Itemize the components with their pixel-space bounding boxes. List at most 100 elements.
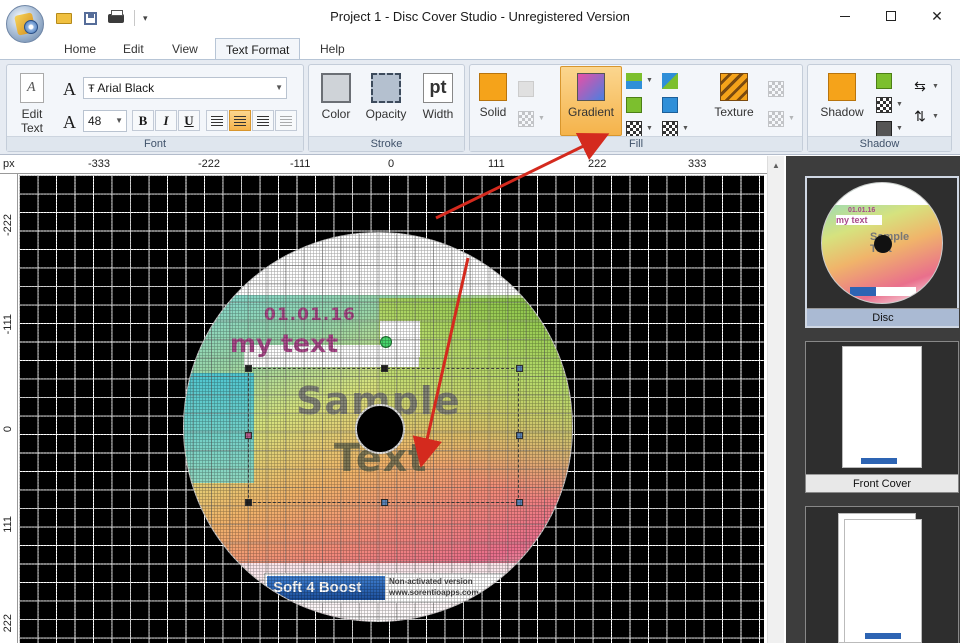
chevron-down-icon: ▼ [646,125,653,132]
tab-view[interactable]: View [162,38,208,60]
fill-gradient-label: Gradient [561,105,621,119]
gradient-style-icon[interactable] [626,73,642,89]
chevron-down-icon: ▼ [896,101,903,108]
layout-preview: 01.01.16 my text SampleText [807,178,959,310]
tab-edit[interactable]: Edit [113,38,154,60]
stroke-color-label: Color [315,107,357,121]
texture-opacity-icon[interactable] [768,111,784,127]
ruler-tick: 222 [588,158,606,170]
shadow-blur-icon[interactable] [876,121,892,137]
underline-button[interactable]: U [178,110,200,131]
resize-handle-bottom-right[interactable] [516,499,523,506]
width-icon-text: pt [430,77,447,97]
edit-text-glyph: A [27,80,36,96]
close-button[interactable]: ✕ [914,0,960,32]
ruler-tick: 333 [688,158,706,170]
stroke-width-button[interactable]: pt Width [415,70,461,121]
resize-handle-top[interactable] [381,365,388,372]
preview-watermark [850,287,916,296]
stroke-color-icon [321,73,351,103]
gradient-end-opacity-icon[interactable] [662,121,678,137]
align-left-button[interactable] [206,110,228,131]
title-text-object[interactable]: my text [230,329,338,358]
application-menu-button[interactable] [6,5,44,43]
font-size-select[interactable]: 48 ▼ [83,110,127,132]
canvas-vertical-scrollbar[interactable]: ▲ [767,156,784,643]
resize-handle-right[interactable] [516,432,523,439]
font-name-select[interactable]: Ŧ Arial Black ▼ [83,77,287,99]
rotate-handle[interactable] [380,336,392,348]
fill-gradient-button[interactable]: Gradient [560,66,622,136]
fill-group: Solid ▼ Gradient ▼ ▼ ▼ Texture ▼ Fill [469,64,803,152]
preview-watermark-logo [850,287,876,296]
gradient-start-color[interactable] [626,97,642,113]
shadow-offset-x-icon[interactable]: ⇆ [912,79,928,95]
align-center-button[interactable] [229,110,251,131]
layout-thumb-label: Disc [807,308,959,326]
tab-help[interactable]: Help [310,38,355,60]
resize-handle-bottom[interactable] [381,499,388,506]
font-size-value: 48 [88,114,101,128]
selection-frame[interactable] [248,368,519,503]
maximize-button[interactable] [868,0,914,32]
stroke-opacity-button[interactable]: Opacity [361,70,411,121]
texture-pattern-icon[interactable] [768,81,784,97]
resize-handle-top-right[interactable] [516,365,523,372]
gradient-start-opacity-icon[interactable] [626,121,642,137]
edit-text-button[interactable]: A Edit Text [11,70,53,135]
layout-thumb-front-cover[interactable]: Front Cover [805,341,959,493]
shadow-icon [828,73,856,101]
stroke-width-label: Width [415,107,461,121]
chevron-down-icon: ▼ [275,78,283,98]
design-canvas[interactable]: 01.01.16 my text Sample Text Soft 4 Boos… [19,175,764,643]
minimize-button[interactable] [822,0,868,32]
fill-solid-label: Solid [474,105,512,119]
shadow-button[interactable]: Shadow [814,70,870,119]
app-disc-icon [24,20,38,34]
ruler-tick: 0 [2,426,14,432]
preview-watermark-logo [865,633,901,639]
italic-button[interactable]: I [155,110,177,131]
layout-preview [806,342,958,474]
shadow-offset-y-icon[interactable]: ⇅ [912,109,928,125]
maximize-icon [886,11,896,21]
align-right-button[interactable] [252,110,274,131]
scroll-up-icon[interactable]: ▲ [772,161,780,170]
horizontal-ruler: px -333 -222 -111 0 111 222 333 [0,156,770,174]
resize-handle-left[interactable] [245,432,252,439]
justify-button[interactable] [275,110,297,131]
font-type-icon: Ŧ [88,83,95,95]
font-name-value: Arial Black [97,81,154,95]
solid-color-swatch[interactable] [518,81,534,97]
layout-thumb-booklet[interactable] [805,506,959,643]
stroke-group: Color Opacity pt Width Stroke [308,64,465,152]
tab-home[interactable]: Home [54,38,106,60]
font-group: A Edit Text A Ŧ Arial Black ▼ A 48 ▼ B I… [6,64,304,152]
resize-handle-bottom-left[interactable] [245,499,252,506]
ruler-tick: -222 [198,158,220,170]
watermark-logo: Soft 4 Boost [267,576,385,600]
shadow-color-swatch[interactable] [876,73,892,89]
ruler-tick: -111 [290,158,310,170]
watermark-banner: Soft 4 Boost Non-activated version www.s… [264,573,507,603]
tab-text-format[interactable]: Text Format [215,38,300,60]
bold-button[interactable]: B [132,110,154,131]
fill-group-label: Fill [470,136,802,151]
solid-opacity-icon[interactable] [518,111,534,127]
shadow-opacity-icon[interactable] [876,97,892,113]
fill-texture-button[interactable]: Texture [706,70,762,119]
stroke-color-button[interactable]: Color [315,70,357,121]
edit-text-icon: A [20,73,44,103]
minimize-icon [840,16,850,17]
resize-handle-top-left[interactable] [245,365,252,372]
gradient-direction-icon[interactable] [662,73,678,89]
date-text-object[interactable]: 01.01.16 [264,305,356,325]
font-size-icon: A [63,112,76,133]
layout-thumb-disc[interactable]: 01.01.16 my text SampleText Disc [805,176,959,328]
close-icon: ✕ [931,8,943,25]
disc-preview-image: 01.01.16 my text SampleText [821,182,943,304]
fill-solid-button[interactable]: Solid [474,70,512,119]
ruler-tick: 0 [388,158,394,170]
font-group-label: Font [7,136,303,151]
gradient-end-color[interactable] [662,97,678,113]
